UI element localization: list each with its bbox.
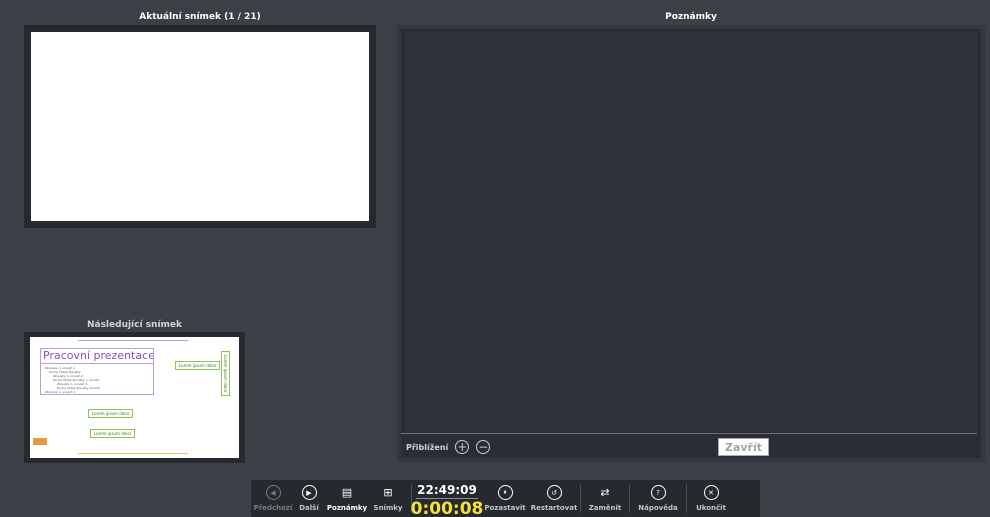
presenter-toolbar: ◀ Předchozí ▶ Další ▤ Poznámky ⊞ Snímky … bbox=[251, 480, 760, 517]
next-button[interactable]: ▶ Další bbox=[295, 480, 323, 512]
pause-button[interactable]: ⏸ Pozastavit bbox=[482, 480, 528, 512]
callout-1: Lorem ipsum dolor bbox=[175, 361, 221, 370]
next-label: Další bbox=[299, 504, 319, 512]
pause-label: Pozastavit bbox=[484, 504, 526, 512]
time-display: 22:49:09 0:00:08 bbox=[410, 480, 484, 517]
exit-button[interactable]: ✕ Ukončit bbox=[687, 480, 735, 512]
notes-icon: ▤ bbox=[341, 486, 353, 499]
callout-2: Lorem ipsum dolor bbox=[221, 351, 230, 397]
next-slide-preview[interactable]: Pracovní prezentace Zkouška ↳ úroveň 1 D… bbox=[30, 337, 239, 458]
callout-4: Lorem ipsum dolor bbox=[90, 429, 136, 438]
next-slide-title: Následující snímek bbox=[86, 320, 183, 330]
close-icon: ✕ bbox=[703, 485, 719, 500]
close-button[interactable]: Zavřít bbox=[718, 438, 769, 456]
previous-label: Předchozí bbox=[253, 504, 293, 512]
next-icon: ▶ bbox=[301, 485, 317, 500]
thumb-body-line: Zkouška ↳ úroveň 1 bbox=[45, 390, 76, 394]
help-button[interactable]: ? Nápověda bbox=[630, 480, 686, 512]
notes-title: Poznámky bbox=[665, 12, 717, 22]
elapsed-timer: 0:00:08 bbox=[410, 499, 484, 517]
logo-image bbox=[33, 438, 47, 445]
previous-button[interactable]: ◀ Předchozí bbox=[251, 480, 295, 512]
swap-button[interactable]: ⇄ Zaměnit bbox=[581, 480, 629, 512]
notes-text-area[interactable] bbox=[405, 33, 977, 431]
notes-panel: Přiblížení + − Zavřít bbox=[397, 25, 985, 462]
thumb-body: Zkouška ↳ úroveň 1 Druhý řádek zkoušky Z… bbox=[40, 364, 154, 395]
plus-icon: + bbox=[457, 440, 468, 454]
current-slide-preview[interactable] bbox=[31, 32, 369, 221]
clock: 22:49:09 bbox=[417, 483, 477, 497]
current-slide-frame bbox=[24, 25, 376, 228]
next-slide-frame: Pracovní prezentace Zkouška ↳ úroveň 1 D… bbox=[24, 332, 245, 463]
slides-label: Snímky bbox=[373, 504, 403, 512]
thumb-title: Pracovní prezentace bbox=[40, 348, 154, 364]
swap-displays-icon: ⇄ bbox=[600, 486, 610, 499]
notes-divider bbox=[401, 433, 977, 434]
deco-line-top bbox=[78, 340, 188, 341]
swap-label: Zaměnit bbox=[588, 504, 622, 512]
callout-3: Lorem ipsum dolor bbox=[88, 409, 134, 418]
deco-line-bottom bbox=[78, 453, 188, 454]
pause-icon: ⏸ bbox=[497, 485, 513, 500]
zoom-in-button[interactable]: + bbox=[455, 440, 470, 454]
notes-toggle-button[interactable]: ▤ Poznámky bbox=[323, 480, 371, 512]
restart-icon: ↺ bbox=[546, 485, 562, 500]
current-slide-title: Aktuální snímek (1 / 21) bbox=[139, 12, 261, 22]
restart-button[interactable]: ↺ Restartovat bbox=[528, 480, 580, 512]
help-label: Nápověda bbox=[638, 504, 678, 512]
restart-label: Restartovat bbox=[530, 504, 578, 512]
minus-icon: − bbox=[478, 440, 489, 454]
zoom-out-button[interactable]: − bbox=[476, 440, 491, 454]
slides-button[interactable]: ⊞ Snímky bbox=[371, 480, 405, 512]
zoom-label: Přiblížení bbox=[406, 442, 449, 452]
help-icon: ? bbox=[650, 485, 666, 500]
notes-toggle-label: Poznámky bbox=[326, 504, 368, 512]
grid-icon: ⊞ bbox=[383, 486, 393, 499]
exit-label: Ukončit bbox=[696, 504, 726, 512]
previous-icon: ◀ bbox=[265, 485, 281, 500]
zoom-controls: Přiblížení + − bbox=[406, 440, 491, 454]
